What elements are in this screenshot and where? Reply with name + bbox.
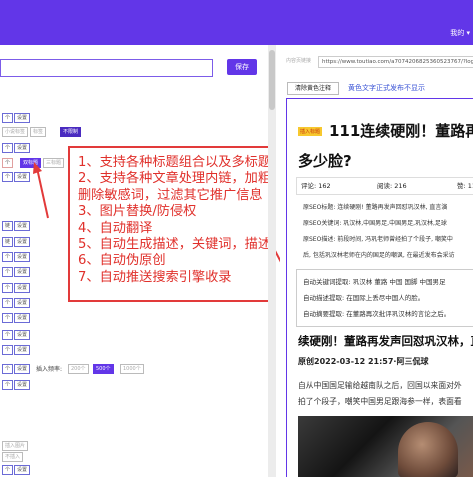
insert-title-tag: 插入标题 bbox=[298, 127, 323, 136]
left-scrollbar[interactable] bbox=[268, 45, 276, 477]
article-title-cont: 多少脸? bbox=[298, 152, 352, 170]
auto-keywords: 自动关键词提取: 巩汉林 董路 中国 国脚 中国男足 bbox=[303, 278, 446, 286]
auto-summary: 自动摘要提取: 在董路再次批评巩汉林的言论之后。 bbox=[303, 310, 451, 318]
photo-face bbox=[398, 422, 458, 477]
scrollbar-thumb[interactable] bbox=[269, 50, 275, 110]
auto-extract-box: 自动关键词提取: 巩汉林 董路 中国 国脚 中国男足 自动描述提取: 在国际上丢… bbox=[296, 269, 473, 327]
seo-keywords: 原SEO关键词: 巩汉林,中国男足,中国男足,巩汉林,足球 bbox=[303, 220, 447, 227]
feature-line: 删除敏感词，过滤其它推广信息 bbox=[78, 187, 263, 203]
feature-line: 7、自动推送搜索引擎收录 bbox=[78, 269, 232, 285]
article-byline: 原创2022-03-12 21:57·阿三侃球 bbox=[298, 357, 429, 366]
feature-line: 6、自动伪原创 bbox=[78, 253, 166, 269]
article-paragraph: 拍了个段子，嘲笑中国男足跟海参一样，表面看 bbox=[298, 397, 462, 406]
feature-line: 5、自动生成描述，关键词，描述 bbox=[78, 237, 272, 253]
reads-count: 阅读: 216 bbox=[377, 182, 407, 190]
seo-description: 原SEO描述: 前段时间, 冯巩老师曾经拍了个段子, 嘲笑中 bbox=[303, 236, 453, 243]
feature-line: 2、支持各种文章处理内链，加粗 bbox=[78, 171, 272, 187]
feature-line: 4、自动翻译 bbox=[78, 220, 153, 236]
article-subtitle: 续硬刚！董路再发声回怼巩汉林，直言 bbox=[298, 334, 473, 348]
article-title: 111连续硬刚！董路再发声 bbox=[329, 122, 473, 140]
article-photo bbox=[298, 416, 473, 477]
url-input[interactable]: https://www.toutiao.com/a707420682536052… bbox=[318, 56, 473, 68]
clear-yellow-notes-button[interactable]: 清除黄色注释 bbox=[287, 82, 339, 95]
seo-title: 原SEO标题: 连续硬刚! 董路再发声回怼巩汉林, 直言演 bbox=[303, 204, 448, 211]
likes-count: 赞: 11 bbox=[457, 182, 473, 190]
url-label: 内容页链接 bbox=[286, 58, 312, 64]
article-stats: 评论: 162 阅读: 216 赞: 11 bbox=[296, 177, 473, 195]
feature-line: 3、图片替换/防侵权 bbox=[78, 204, 197, 220]
seo-description-cont: 后, 包括巩汉林老师在内的国足的嘲讽, 在最近发布会采访 bbox=[303, 252, 455, 259]
article-preview: 插入标题 111连续硬刚！董路再发声 多少脸? 评论: 162 阅读: 216 … bbox=[286, 98, 473, 477]
feature-annotation-box: 1、支持各种标题组合以及多标题 2、支持各种文章处理内链，加粗 删除敏感词，过滤… bbox=[68, 146, 276, 302]
comments-count: 评论: 162 bbox=[301, 182, 331, 190]
article-paragraph: 自从中国国足输给越南队之后，回国以来面对外 bbox=[298, 381, 462, 390]
yellow-note-link[interactable]: 黄色文字正式发布不显示 bbox=[348, 83, 425, 93]
auto-description: 自动描述提取: 在国际上丢尽中国人的脸。 bbox=[303, 294, 425, 302]
feature-line: 1、支持各种标题组合以及多标题 bbox=[78, 155, 272, 170]
